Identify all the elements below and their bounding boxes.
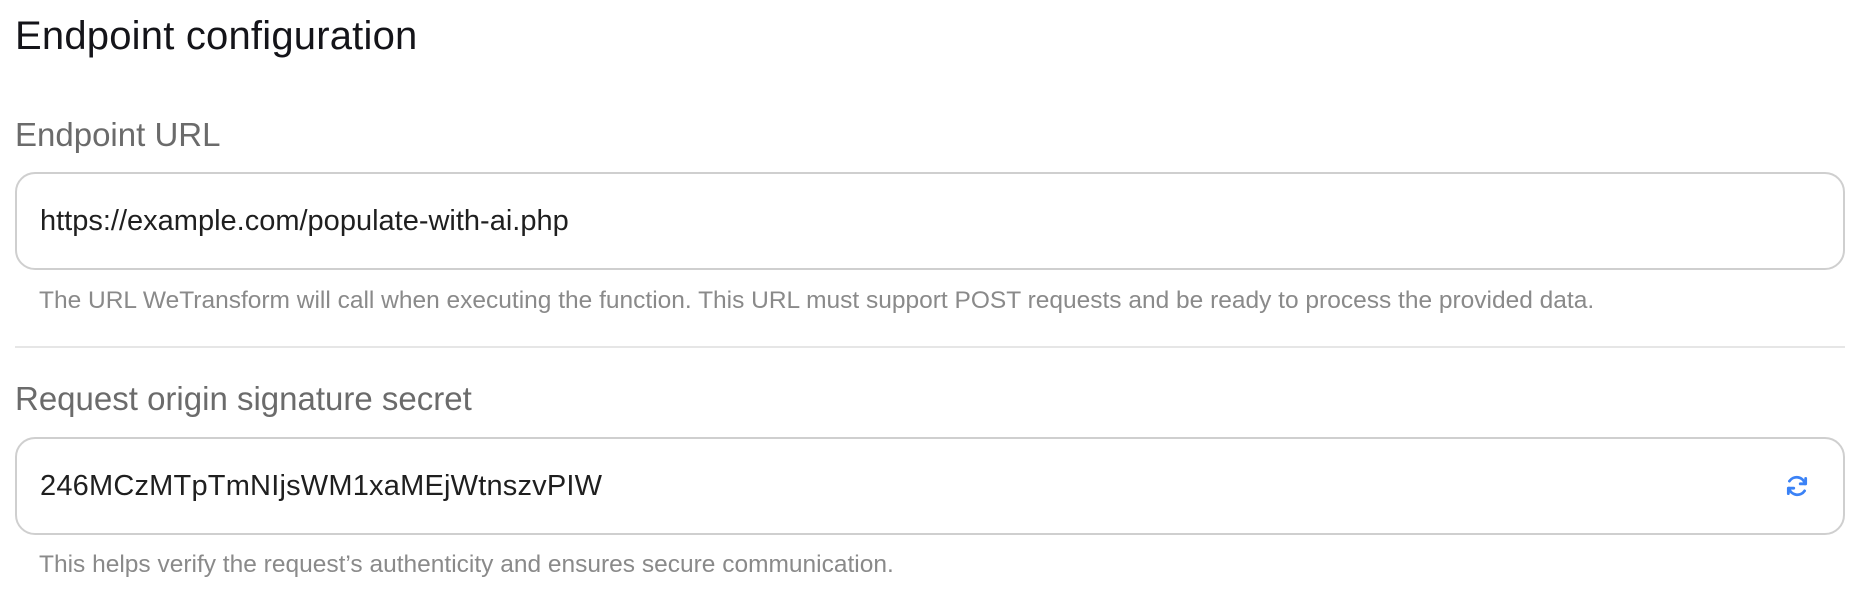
section-title: Endpoint configuration: [15, 14, 418, 58]
endpoint-url-input[interactable]: [17, 174, 1843, 268]
endpoint-url-help-text: The URL WeTransform will call when execu…: [39, 287, 1595, 314]
endpoint-url-label: Endpoint URL: [15, 116, 221, 153]
signature-secret-help-text: This helps verify the request’s authenti…: [39, 551, 894, 578]
signature-secret-value[interactable]: 246MCzMTpTmNIjsWM1xaMEjWtnszvPIW: [17, 470, 1777, 503]
endpoint-configuration-panel: Endpoint configuration Endpoint URL The …: [0, 0, 1866, 602]
regenerate-secret-button[interactable]: [1777, 466, 1817, 506]
signature-secret-label: Request origin signature secret: [15, 380, 472, 417]
endpoint-url-field-wrapper: [15, 172, 1845, 270]
refresh-icon: [1786, 475, 1808, 497]
signature-secret-field: 246MCzMTpTmNIjsWM1xaMEjWtnszvPIW: [15, 437, 1845, 535]
section-divider: [15, 346, 1845, 348]
